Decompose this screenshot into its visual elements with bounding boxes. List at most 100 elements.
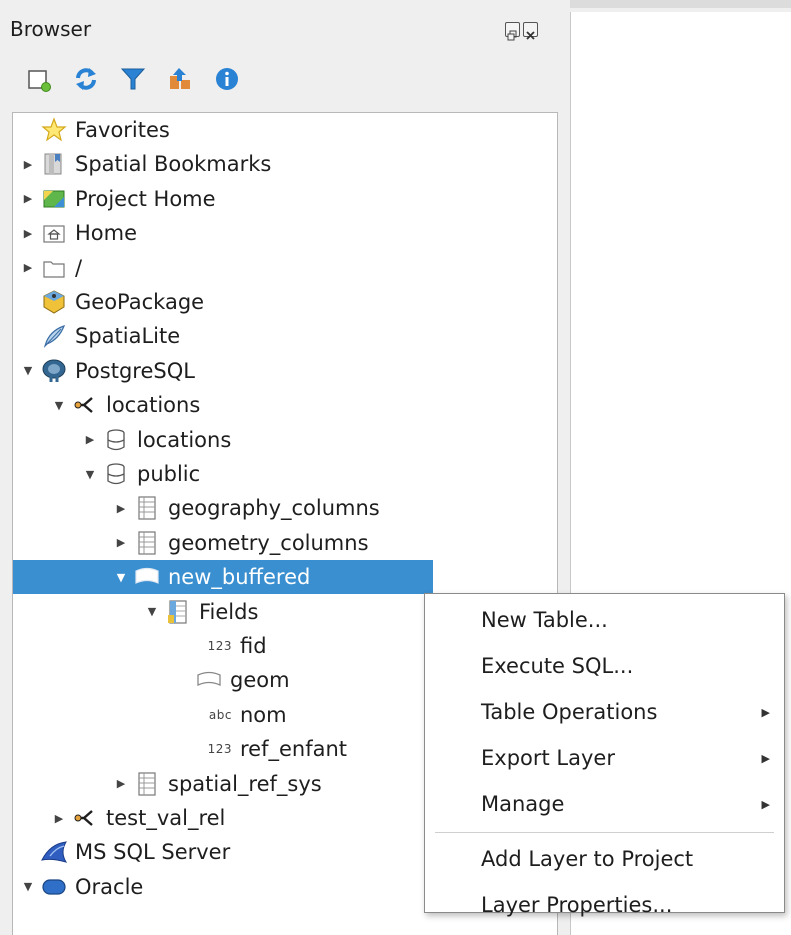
tree-item-label: Project Home [75,186,216,211]
tree-item-label: geometry_columns [168,530,369,555]
tree-item-label: test_val_rel [106,806,226,830]
tree-item-home[interactable]: ▶ Home [13,216,557,250]
feather-icon [39,321,69,351]
text-field-type-icon: abc [208,707,232,722]
collapse-arrow-icon[interactable]: ▼ [79,457,101,491]
arrow-spacer [17,113,39,147]
collapse-arrow-icon[interactable]: ▼ [17,870,39,904]
tree-item-label: geom [230,668,290,693]
tree-item-label: locations [137,427,232,452]
tree-item-project-home[interactable]: ▶ Project Home [13,182,557,216]
arrow-spacer [17,285,39,319]
menu-item-execute-sql[interactable]: Execute SQL... [425,644,784,688]
folder-icon [39,253,69,283]
menu-item-add-layer-to-project[interactable]: Add Layer to Project [425,837,784,881]
tree-item-label: Favorites [75,118,170,142]
tree-item-label: PostgreSQL [75,358,195,383]
submenu-arrow-icon: ▶ [761,797,770,811]
menu-item-manage[interactable]: Manage ▶ [425,782,784,826]
expand-arrow-icon[interactable]: ▶ [79,423,101,457]
star-icon [39,115,69,145]
tree-item-spatialite[interactable]: SpatiaLite [13,319,557,353]
tree-item-postgresql[interactable]: ▼ PostgreSQL [13,354,557,388]
tree-item-label: geography_columns [168,496,380,521]
tree-item-geopackage[interactable]: GeoPackage [13,285,557,319]
polygon-layer-icon [132,562,162,592]
integer-field-type-icon: 123 [207,639,232,653]
collapse-icon [170,68,190,89]
mssql-icon [39,837,69,867]
tree-item-spatial-bookmarks[interactable]: ▶ Spatial Bookmarks [13,147,557,181]
expand-arrow-icon[interactable]: ▶ [17,182,39,216]
tree-item-label: Spatial Bookmarks [75,152,272,177]
tree-item-label: SpatiaLite [75,324,181,349]
menu-item-table-operations[interactable]: Table Operations ▶ [425,690,784,734]
expand-arrow-icon[interactable]: ▶ [48,801,70,835]
collapse-arrow-icon[interactable]: ▼ [141,595,163,629]
tree-item-label: Oracle [75,874,144,899]
table-icon [132,769,162,799]
tree-item-new-buffered[interactable]: ▼ new_buffered [13,560,433,595]
collapse-arrow-icon[interactable]: ▼ [110,560,132,594]
submenu-arrow-icon: ▶ [761,751,770,765]
tree-item-label: locations [106,393,201,418]
menu-item-new-table[interactable]: New Table... [425,598,784,642]
oracle-icon [39,872,69,902]
menu-item-label: Execute SQL... [481,654,634,678]
table-icon [132,493,162,523]
tree-item-label: fid [240,634,267,658]
expand-arrow-icon[interactable]: ▶ [17,216,39,250]
menu-item-layer-properties[interactable]: Layer Properties... [425,883,784,927]
collapse-arrow-icon[interactable]: ▼ [17,354,39,388]
menu-item-export-layer[interactable]: Export Layer ▶ [425,736,784,780]
connection-icon [70,803,100,833]
expand-arrow-icon[interactable]: ▶ [17,147,39,181]
tree-item-label: / [75,255,83,280]
tree-item-label: new_buffered [168,565,311,590]
database-icon [101,459,131,489]
expand-arrow-icon[interactable]: ▶ [110,491,132,525]
arrow-spacer [17,319,39,353]
filter-button[interactable] [118,64,148,94]
menu-item-label: Export Layer [481,746,615,770]
arrow-spacer [172,663,194,697]
tree-item-locations[interactable]: ▶ locations [13,423,557,457]
home-folder-icon [39,218,69,248]
expand-arrow-icon[interactable]: ▶ [110,767,132,801]
fields-icon [163,597,193,627]
tree-item-geometry-columns[interactable]: ▶ geometry_columns [13,526,557,560]
close-icon [526,31,535,40]
project-home-icon [39,184,69,214]
tree-item-label: public [137,462,201,486]
info-icon [216,68,238,90]
float-panel-button[interactable] [505,22,520,41]
browser-toolbar [24,64,242,94]
collapse-all-button[interactable] [165,64,195,94]
arrow-spacer [172,629,194,663]
tree-item-label: GeoPackage [75,290,205,314]
properties-button[interactable] [212,64,242,94]
tree-item-geography-columns[interactable]: ▶ geography_columns [13,491,557,525]
add-selected-layers-button[interactable] [24,64,54,94]
menu-item-label: Layer Properties... [481,893,673,917]
tree-item-locations[interactable]: ▼ locations [13,388,557,422]
tree-item-label: ref_enfant [240,737,348,762]
expand-arrow-icon[interactable]: ▶ [110,526,132,560]
menu-item-label: Manage [481,792,565,816]
tree-item-public[interactable]: ▼ public [13,457,557,491]
tree-item-favorites[interactable]: Favorites [13,113,557,147]
tree-item-label: Home [75,221,138,246]
close-panel-button[interactable] [523,22,538,40]
collapse-arrow-icon[interactable]: ▼ [48,388,70,422]
tree-item-label: MS SQL Server [75,840,231,865]
bookmark-icon [39,149,69,179]
refresh-button[interactable] [71,64,101,94]
database-icon [101,425,131,455]
menu-separator [435,832,774,833]
menu-item-label: Table Operations [481,700,658,724]
submenu-arrow-icon: ▶ [761,705,770,719]
filter-icon [120,68,146,90]
menu-item-label: New Table... [481,608,608,632]
expand-arrow-icon[interactable]: ▶ [17,251,39,285]
tree-item-[interactable]: ▶ / [13,251,557,285]
